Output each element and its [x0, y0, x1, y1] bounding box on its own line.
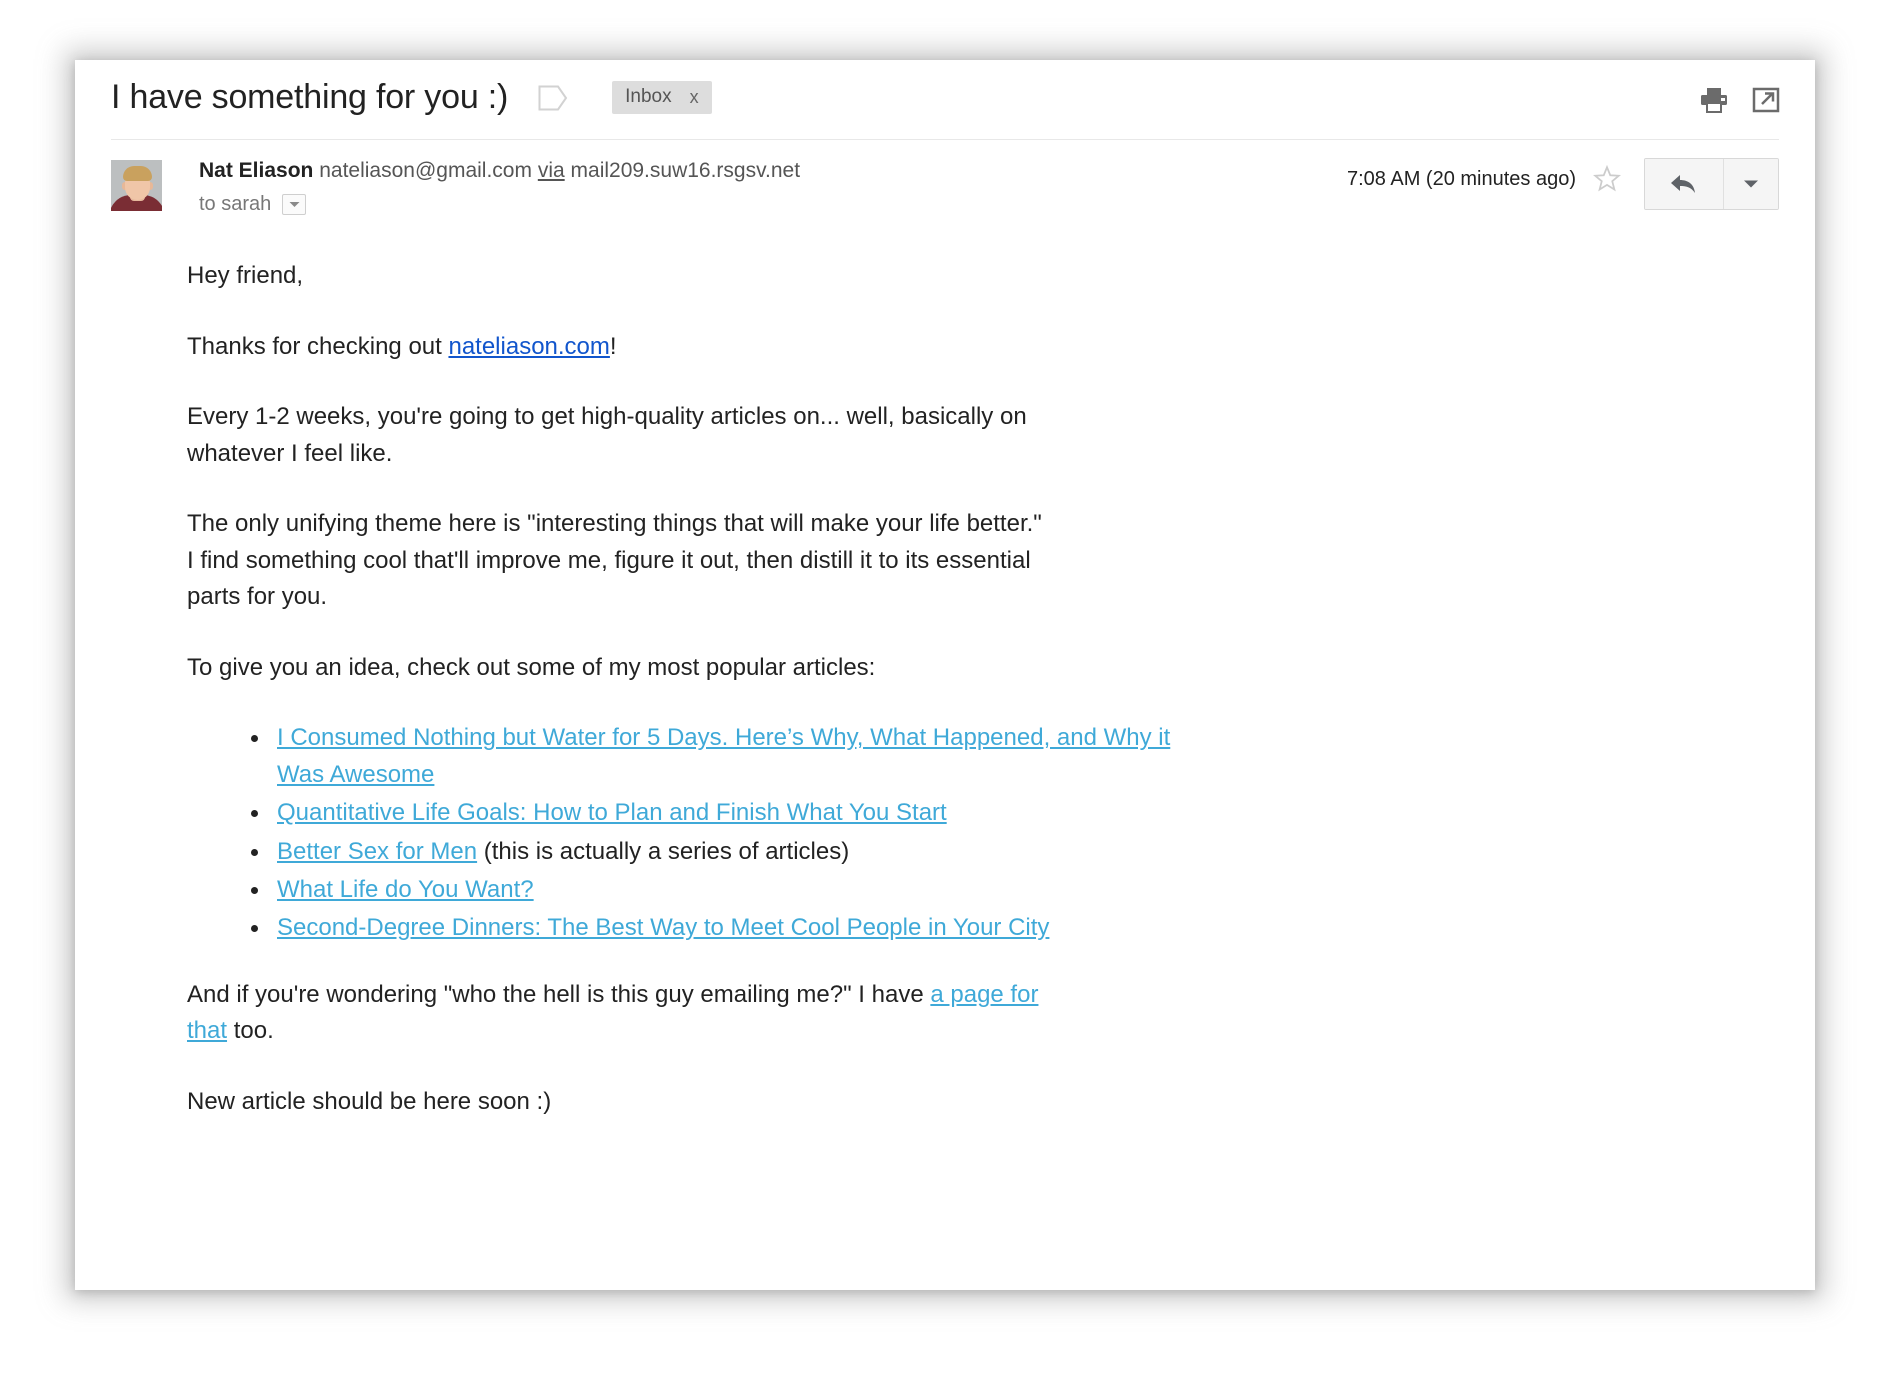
popular-articles-list: I Consumed Nothing but Water for 5 Days.…: [187, 720, 1201, 947]
article-link[interactable]: Quantitative Life Goals: How to Plan and…: [277, 799, 947, 826]
reply-button[interactable]: [1645, 159, 1724, 209]
list-item: I Consumed Nothing but Water for 5 Days.…: [271, 720, 1201, 793]
sender-details: Nat Eliason nateliason@gmail.com via mai…: [199, 156, 800, 216]
article-link[interactable]: Second-Degree Dinners: The Best Way to M…: [277, 914, 1049, 941]
sender-name[interactable]: Nat Eliason: [199, 159, 313, 182]
open-in-new-window-icon[interactable]: [1751, 86, 1781, 114]
list-item: Quantitative Life Goals: How to Plan and…: [271, 795, 1201, 831]
body-closing-paragraph: New article should be here soon :): [187, 1087, 552, 1115]
nateliason-link[interactable]: nateliason.com: [448, 333, 609, 360]
chevron-down-icon[interactable]: [282, 194, 307, 216]
via-host: mail209.suw16.rsgsv.net: [570, 159, 801, 182]
more-options-button[interactable]: [1724, 159, 1778, 209]
sender-header: Nat Eliason nateliason@gmail.com via mai…: [75, 132, 1815, 216]
about-prefix: And if you're wondering "who the hell is…: [187, 980, 931, 1008]
list-item: Second-Degree Dinners: The Best Way to M…: [271, 910, 1201, 946]
header-action-icons: [1699, 86, 1781, 114]
body-about-paragraph: And if you're wondering "who the hell is…: [187, 977, 1047, 1050]
recipient-label: to sarah: [199, 193, 272, 216]
body-greeting: Hey friend,: [187, 262, 304, 290]
body-list-intro: To give you an idea, check out some of m…: [187, 653, 876, 681]
article-link[interactable]: What Life do You Want?: [277, 876, 534, 903]
email-message-card: I have something for you :) Inbox x Nat …: [75, 60, 1815, 1290]
page-title: I have something for you :): [111, 78, 509, 116]
message-meta-actions: 7:08 AM (20 minutes ago): [1347, 158, 1779, 210]
sender-email: nateliason@gmail.com: [319, 159, 532, 182]
article-link[interactable]: I Consumed Nothing but Water for 5 Days.…: [277, 724, 1170, 787]
timestamp: 7:08 AM (20 minutes ago): [1346, 168, 1576, 190]
body-cadence-paragraph: Every 1-2 weeks, you're going to get hig…: [187, 403, 1027, 467]
subject-header: I have something for you :) Inbox x: [75, 60, 1815, 140]
thanks-prefix: Thanks for checking out: [187, 332, 449, 360]
list-item: Better Sex for Men (this is actually a s…: [271, 834, 1201, 870]
label-tag-icon[interactable]: [538, 85, 568, 111]
screenshot-page: I have something for you :) Inbox x Nat …: [0, 0, 1882, 1384]
list-item: What Life do You Want?: [271, 872, 1201, 908]
body-theme-paragraph: The only unifying theme here is "interes…: [187, 510, 1042, 611]
status-badge-inbox[interactable]: Inbox x: [612, 81, 712, 114]
print-icon[interactable]: [1699, 86, 1729, 114]
body-thanks-paragraph: Thanks for checking out nateliason.com!: [187, 329, 1047, 365]
about-suffix: too.: [227, 1017, 274, 1045]
avatar: [111, 160, 162, 211]
remove-label-button[interactable]: x: [690, 87, 699, 108]
via-label[interactable]: via: [538, 159, 565, 182]
article-link[interactable]: Better Sex for Men: [277, 838, 477, 865]
star-outline-icon[interactable]: [1592, 158, 1622, 194]
thanks-suffix: !: [609, 332, 617, 360]
article-trailing-text: (this is actually a series of articles): [477, 837, 850, 865]
message-body: Hey friend, Thanks for checking out nate…: [75, 216, 1815, 1120]
inbox-label: Inbox: [625, 86, 672, 107]
reply-button-group: [1644, 158, 1779, 210]
